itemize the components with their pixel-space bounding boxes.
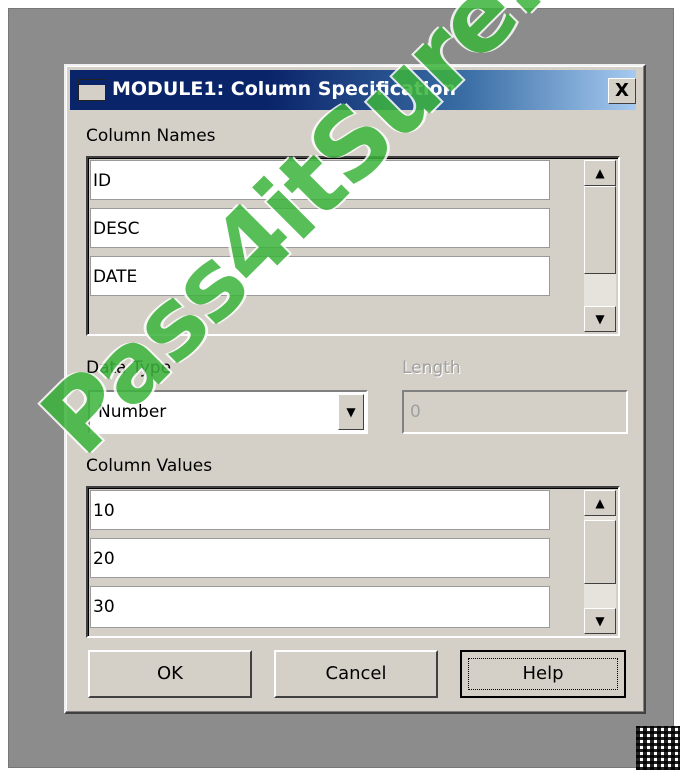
list-item[interactable]: 10	[90, 490, 550, 530]
list-item[interactable]: 20	[90, 538, 550, 578]
scroll-thumb[interactable]	[584, 186, 616, 274]
close-button[interactable]: X	[608, 78, 636, 104]
list-item[interactable]: 30	[90, 586, 550, 628]
scroll-up-icon[interactable]: ▲	[584, 490, 616, 516]
help-button[interactable]: Help	[460, 650, 626, 698]
qr-code-icon	[636, 726, 680, 770]
window-icon	[78, 79, 106, 101]
length-label: Length	[402, 358, 461, 378]
scroll-thumb[interactable]	[584, 520, 616, 584]
column-values-scrollbar[interactable]: ▲ ▼	[584, 490, 616, 634]
length-value: 0	[410, 402, 421, 422]
column-names-scrollbar[interactable]: ▲ ▼	[584, 160, 616, 332]
length-field: 0	[402, 390, 628, 434]
ok-button[interactable]: OK	[88, 650, 252, 698]
chevron-down-icon[interactable]: ▼	[338, 394, 364, 430]
scroll-up-icon[interactable]: ▲	[584, 160, 616, 186]
focus-rectangle	[468, 658, 618, 690]
column-values-list[interactable]: 10 20 30 ▲ ▼	[86, 486, 620, 638]
scroll-down-icon[interactable]: ▼	[584, 306, 616, 332]
cancel-button[interactable]: Cancel	[274, 650, 438, 698]
scroll-down-icon[interactable]: ▼	[584, 608, 616, 634]
column-names-label: Column Names	[86, 126, 216, 146]
